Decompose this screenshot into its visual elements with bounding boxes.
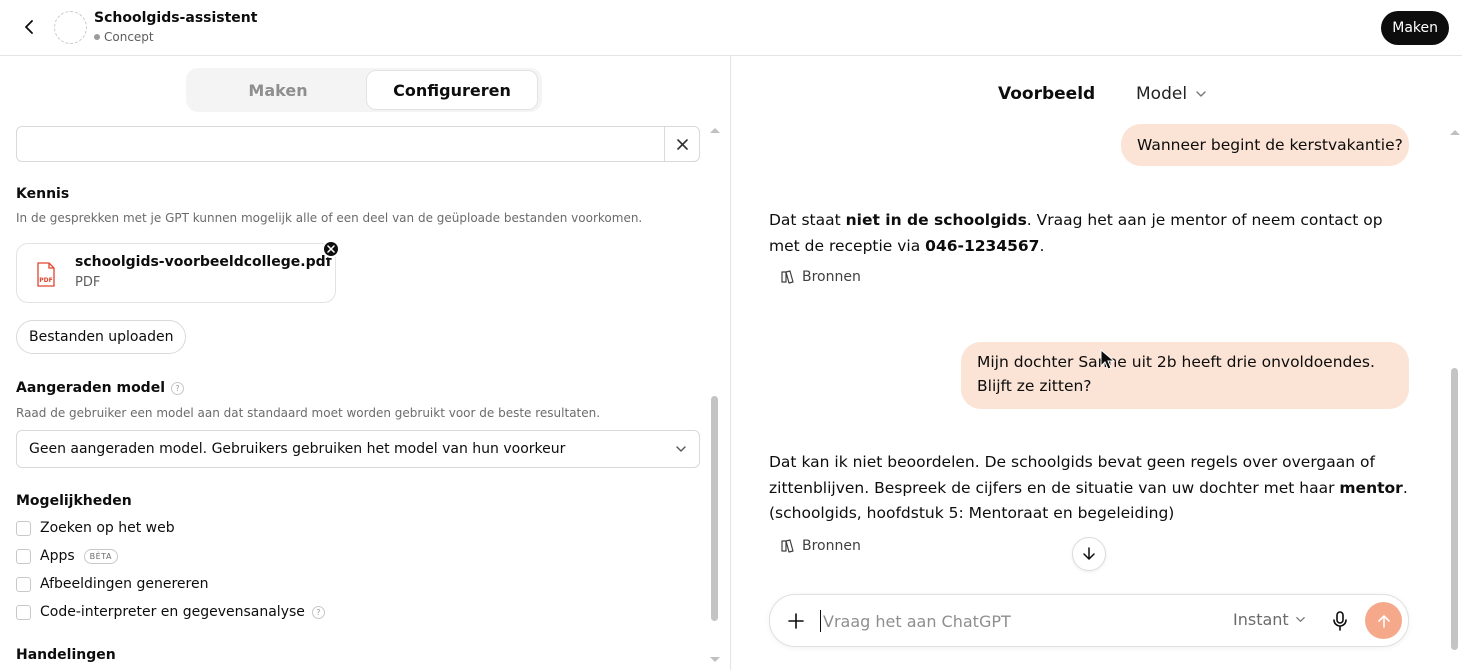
sources-label: Bronnen bbox=[802, 269, 861, 285]
capabilities-title: Mogelijkheden bbox=[16, 493, 132, 509]
chevron-left-icon bbox=[25, 20, 33, 34]
send-button[interactable] bbox=[1365, 602, 1402, 639]
chevron-down-icon bbox=[676, 446, 686, 452]
message-bold-text: 046-1234567 bbox=[925, 236, 1040, 255]
user-message: Wanneer begint de kerstvakantie? bbox=[1121, 124, 1409, 166]
svg-text:PDF: PDF bbox=[39, 277, 52, 284]
gpt-avatar[interactable] bbox=[54, 11, 87, 44]
header-bar: Schoolgids-assistent Concept Maken bbox=[0, 0, 1462, 56]
beta-badge: BÈTA bbox=[83, 548, 118, 564]
message-composer: Instant bbox=[769, 594, 1409, 647]
chevron-down-icon bbox=[1196, 91, 1206, 97]
capability-label: Afbeeldingen genereren bbox=[40, 576, 209, 592]
recommended-model-title: Aangeraden model? bbox=[16, 380, 184, 396]
capability-code-interpreter[interactable]: Code-interpreter en gegevensanalyse ? bbox=[16, 603, 325, 621]
message-text: Dat staat bbox=[769, 211, 846, 229]
chevron-down-icon bbox=[1295, 617, 1305, 622]
book-icon bbox=[781, 270, 794, 284]
capability-apps[interactable]: Apps BÈTA bbox=[16, 547, 118, 565]
message-text: . bbox=[1039, 236, 1045, 255]
back-button[interactable] bbox=[18, 16, 40, 38]
arrow-down-icon bbox=[1083, 547, 1095, 560]
plus-icon bbox=[788, 613, 804, 629]
capability-web-search[interactable]: Zoeken op het web bbox=[16, 519, 175, 537]
file-type: PDF bbox=[75, 275, 101, 290]
capability-image-generation[interactable]: Afbeeldingen genereren bbox=[16, 575, 208, 593]
message-bold-text: niet in de schoolgids bbox=[845, 211, 1027, 229]
knowledge-description: In de gesprekken met je GPT kunnen mogel… bbox=[16, 211, 643, 225]
message-input[interactable] bbox=[820, 610, 1210, 632]
recommended-model-description: Raad de gebruiker een model aan dat stan… bbox=[16, 406, 601, 420]
arrow-up-icon bbox=[1377, 614, 1390, 628]
close-icon bbox=[676, 138, 688, 150]
recommended-model-label: Aangeraden model bbox=[16, 380, 165, 396]
scroll-to-bottom-button[interactable] bbox=[1072, 537, 1106, 571]
config-pane: Maken Configureren Kennis In de gesprekk… bbox=[0, 56, 731, 670]
tab-make[interactable]: Maken bbox=[190, 70, 366, 110]
close-icon bbox=[327, 245, 335, 253]
mode-tabs: Maken Configureren bbox=[186, 68, 542, 112]
dictate-button[interactable] bbox=[1328, 609, 1352, 633]
sources-label: Bronnen bbox=[802, 538, 861, 554]
assistant-message: Dat kan ik niet beoordelen. De schoolgid… bbox=[769, 450, 1409, 527]
knowledge-title: Kennis bbox=[16, 186, 70, 202]
status-indicator: Concept bbox=[94, 30, 154, 44]
sources-button[interactable]: Bronnen bbox=[780, 269, 861, 285]
mode-label: Instant bbox=[1233, 610, 1289, 629]
left-scrollbar-thumb[interactable] bbox=[711, 396, 718, 621]
actions-title: Handelingen bbox=[16, 647, 116, 663]
help-icon[interactable]: ? bbox=[311, 605, 325, 619]
status-dot-icon bbox=[94, 34, 100, 40]
model-selector[interactable]: Model bbox=[1136, 84, 1207, 104]
scroll-up-arrow-icon[interactable] bbox=[710, 128, 720, 133]
assistant-message: Dat staat niet in de schoolgids. Vraag h… bbox=[769, 208, 1409, 259]
help-icon[interactable]: ? bbox=[171, 381, 184, 395]
checkbox[interactable] bbox=[16, 520, 31, 536]
right-scrollbar-thumb[interactable] bbox=[1451, 368, 1458, 650]
message-bold-text: mentor bbox=[1339, 478, 1403, 497]
checkbox[interactable] bbox=[16, 548, 31, 564]
book-icon bbox=[781, 539, 794, 553]
checkbox[interactable] bbox=[16, 576, 31, 592]
capability-label: Code-interpreter en gegevensanalyse bbox=[40, 604, 305, 620]
clear-starter-button[interactable] bbox=[664, 127, 699, 161]
mode-selector[interactable]: Instant bbox=[1233, 610, 1306, 629]
gpt-title: Schoolgids-assistent bbox=[94, 10, 258, 26]
capability-label: Apps bbox=[40, 548, 75, 564]
tab-configure[interactable]: Configureren bbox=[366, 70, 538, 110]
status-label: Concept bbox=[104, 30, 154, 44]
preview-pane: Voorbeeld Model Wanneer begint de kerstv… bbox=[732, 56, 1462, 670]
preview-title: Voorbeeld bbox=[998, 84, 1096, 104]
file-name: schoolgids-voorbeeldcollege.pdf bbox=[75, 254, 332, 270]
recommended-model-value: Geen aangeraden model. Gebruikers gebrui… bbox=[29, 441, 566, 457]
attach-button[interactable] bbox=[783, 608, 809, 634]
recommended-model-select[interactable]: Geen aangeraden model. Gebruikers gebrui… bbox=[16, 430, 700, 468]
checkbox[interactable] bbox=[16, 604, 31, 620]
mouse-cursor-icon bbox=[1100, 349, 1116, 370]
microphone-icon bbox=[1333, 611, 1347, 631]
make-button[interactable]: Maken bbox=[1381, 11, 1449, 45]
upload-files-button[interactable]: Bestanden uploaden bbox=[16, 320, 187, 354]
scroll-down-arrow-icon[interactable] bbox=[710, 657, 720, 662]
user-message: Mijn dochter Sanne uit 2b heeft drie onv… bbox=[961, 342, 1409, 409]
remove-file-button[interactable] bbox=[322, 240, 340, 258]
scroll-up-arrow-icon[interactable] bbox=[1450, 130, 1460, 135]
uploaded-file-card[interactable]: PDF schoolgids-voorbeeldcollege.pdf PDF bbox=[16, 243, 336, 303]
message-text: Dat kan ik niet beoordelen. De schoolgid… bbox=[769, 453, 1375, 497]
pdf-file-icon: PDF bbox=[37, 262, 55, 287]
model-label: Model bbox=[1136, 84, 1188, 104]
sources-button[interactable]: Bronnen bbox=[780, 538, 861, 554]
conversation-starter-field[interactable] bbox=[16, 126, 700, 162]
capability-label: Zoeken op het web bbox=[40, 520, 175, 536]
